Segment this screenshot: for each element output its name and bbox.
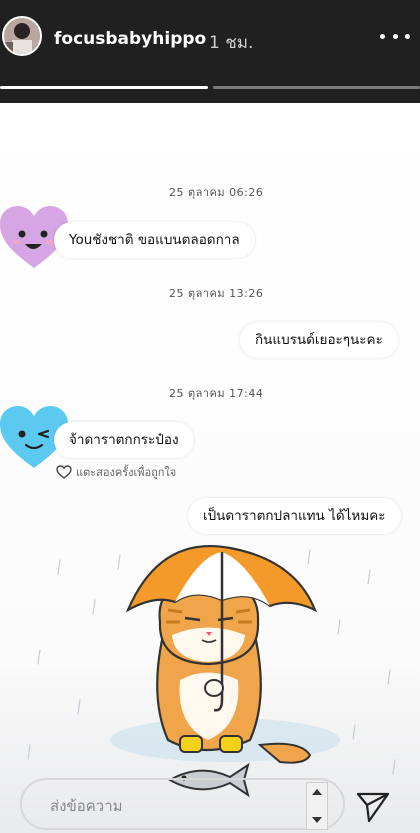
chevron-up-icon[interactable] bbox=[312, 789, 322, 795]
chevron-down-icon[interactable] bbox=[312, 817, 322, 823]
message-bubble[interactable]: กินแบรนด์เยอะๆนะคะ bbox=[240, 322, 398, 358]
send-icon[interactable] bbox=[355, 790, 391, 824]
story-progress-segment-2 bbox=[213, 86, 420, 89]
more-options-icon[interactable] bbox=[380, 31, 410, 41]
message-bubble[interactable]: Youชังชาติ ขอแบนตลอดกาล bbox=[54, 222, 255, 258]
scroll-stepper[interactable] bbox=[306, 782, 328, 830]
double-tap-like-hint: แตะสองครั้งเพื่อถูกใจ bbox=[56, 463, 176, 481]
username[interactable]: focusbabyhippo bbox=[54, 29, 206, 49]
story-header: focusbabyhippo 1 ชม. bbox=[0, 0, 420, 103]
timestamp: 25 ตุลาคม 06:26 bbox=[169, 186, 264, 199]
profile-avatar[interactable] bbox=[2, 16, 42, 56]
message-input[interactable]: ส่งข้อความ bbox=[20, 778, 345, 830]
story-progress-segment-1 bbox=[0, 86, 208, 89]
message-bubble[interactable]: จ้าดาราตกกระป๋อง bbox=[54, 422, 194, 458]
like-hint-text: แตะสองครั้งเพื่อถูกใจ bbox=[76, 466, 177, 479]
message-input-placeholder: ส่งข้อความ bbox=[50, 797, 123, 815]
cat-umbrella-sticker bbox=[110, 545, 340, 798]
timestamp: 25 ตุลาคม 13:26 bbox=[169, 287, 264, 300]
heart-outline-icon[interactable] bbox=[56, 465, 72, 479]
message-bubble[interactable]: เป็นดาราตกปลาแทน ได้ไหมคะ bbox=[188, 498, 401, 534]
post-time: 1 ชม. bbox=[209, 33, 254, 53]
timestamp: 25 ตุลาคม 17:44 bbox=[169, 387, 264, 400]
